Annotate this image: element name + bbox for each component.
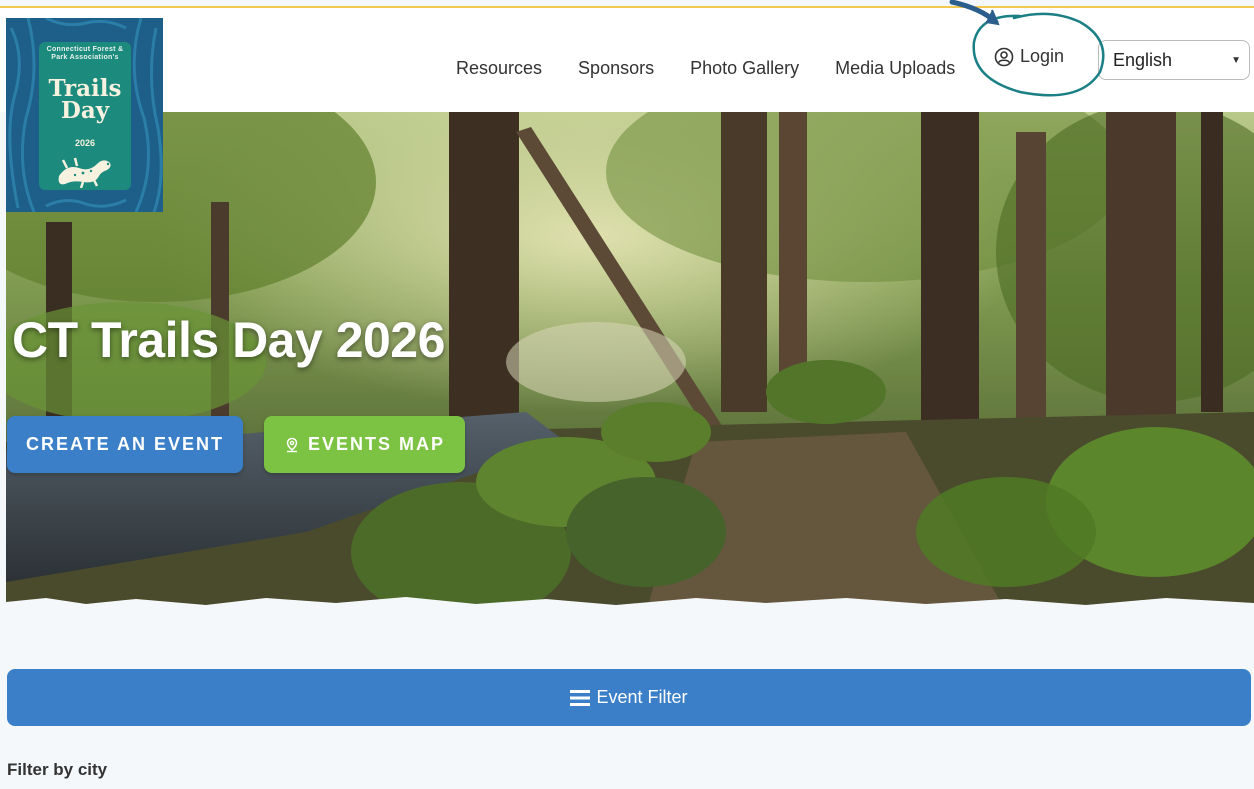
filter-by-city-label: Filter by city xyxy=(7,760,108,779)
site-logo[interactable]: Connecticut Forest & Park Association's … xyxy=(6,18,163,212)
create-event-label: CREATE AN EVENT xyxy=(25,434,224,454)
chevron-down-icon: ▼ xyxy=(1231,54,1241,66)
event-filter-label: Event Filter xyxy=(596,687,688,707)
main-nav: Resources Sponsors Photo Gallery Media U… xyxy=(440,48,991,88)
events-map-button[interactable]: EVENTS MAP xyxy=(264,416,465,473)
page: Resources Sponsors Photo Gallery Media U… xyxy=(0,0,1254,789)
nav-media-uploads[interactable]: Media Uploads xyxy=(835,58,955,79)
nav-resources[interactable]: Resources xyxy=(456,58,542,79)
event-filter-toggle[interactable]: Event Filter xyxy=(7,669,1251,726)
hero-title: CT Trails Day 2026 xyxy=(12,312,445,368)
create-event-button[interactable]: CREATE AN EVENT xyxy=(7,416,243,473)
language-select[interactable]: English ▼ xyxy=(1098,40,1250,80)
nav-photo-gallery[interactable]: Photo Gallery xyxy=(690,58,799,79)
login-link[interactable]: Login xyxy=(994,46,1064,67)
salamander-icon xyxy=(58,157,111,188)
map-pin-icon xyxy=(286,437,298,452)
logo-badge: Connecticut Forest & Park Association's … xyxy=(39,42,131,190)
events-map-label: EVENTS MAP xyxy=(307,434,446,454)
login-label: Login xyxy=(1020,46,1065,66)
site-header: Resources Sponsors Photo Gallery Media U… xyxy=(0,8,1254,112)
logo-title: Trails Day xyxy=(48,75,122,124)
user-circle-icon xyxy=(994,47,1014,66)
hamburger-menu-icon xyxy=(570,689,591,706)
logo-association-text: Connecticut Forest & Park Association's xyxy=(46,46,124,61)
language-selected-value: English xyxy=(1113,49,1173,70)
nav-sponsors[interactable]: Sponsors xyxy=(578,58,654,79)
hero-banner: CT Trails Day 2026 CREATE AN EVENT EVENT… xyxy=(6,112,1254,612)
